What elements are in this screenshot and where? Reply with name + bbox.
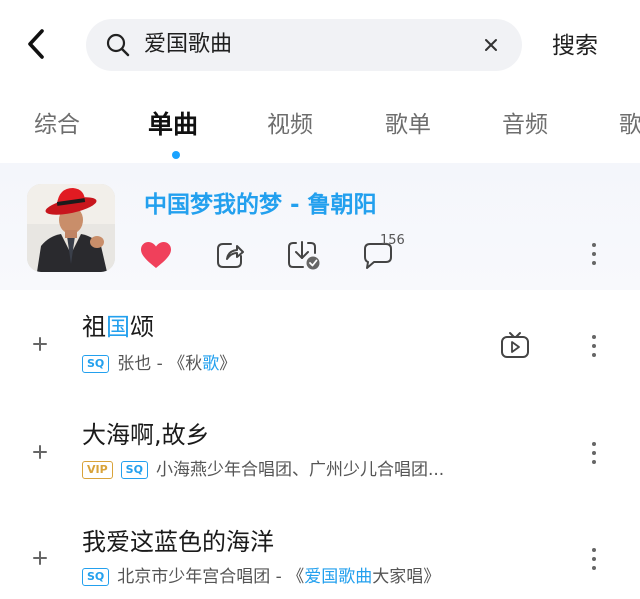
clear-search-button[interactable] [478,32,504,58]
song-row[interactable]: 我爱这蓝色的海洋 SQ 北京市少年宫合唱团 - 《爱国歌曲 大家唱》 [0,514,640,599]
meta-highlight: 爱国歌曲 [304,567,373,587]
meta-part: 》 [219,354,237,374]
featured-song-title[interactable]: 中国梦我的梦 - 鲁朝阳 [144,190,377,220]
tab-playlists[interactable]: 歌单 [385,110,431,140]
music-video-button[interactable] [500,331,530,361]
sq-badge: SQ [82,568,110,586]
plus-icon [33,337,47,351]
song-more-button[interactable] [588,438,600,468]
search-button[interactable]: 搜索 [552,31,598,61]
vip-badge: VIP [82,461,113,479]
back-button[interactable] [22,26,50,62]
more-dot [592,252,596,256]
featured-actions: 156 [136,233,626,277]
heart-icon [141,242,171,268]
tab-all[interactable]: 综合 [34,110,80,140]
more-dot [592,557,596,561]
tab-audio[interactable]: 音频 [502,110,548,140]
meta-highlight: 歌 [202,354,220,374]
category-tabs: 综合 单曲 视频 歌单 音频 歌 [0,104,640,162]
title-part: 祖 [82,313,106,341]
more-dot [592,442,596,446]
download-icon [288,241,320,270]
meta-part: 大家唱》 [372,567,441,587]
more-dot [592,548,596,552]
active-tab-indicator [172,151,180,159]
more-dot [592,261,596,265]
sq-badge: SQ [120,461,148,479]
add-to-playlist-button[interactable] [30,442,50,462]
song-meta: SQ 张也 - 《秋歌》 [82,352,236,376]
song-meta: SQ 北京市少年宫合唱团 - 《爱国歌曲 大家唱》 [82,565,440,589]
title-part: 大海啊,故乡 [82,421,210,449]
header: 爱国歌曲 搜索 [0,0,640,92]
add-to-playlist-button[interactable] [30,334,50,354]
comment-count: 156 [380,233,405,248]
search-input[interactable]: 爱国歌曲 [86,19,522,71]
chevron-left-icon [28,29,44,59]
more-dot [592,451,596,455]
title-highlight: 国 [106,313,130,341]
song-row[interactable]: 大海啊,故乡 VIP SQ 小海燕少年合唱团、广州少儿合唱团... [0,408,640,508]
download-button[interactable] [286,237,322,273]
tab-more-truncated[interactable]: 歌 [619,110,640,140]
more-dot [592,566,596,570]
more-dot [592,243,596,247]
meta-part: 小海燕少年合唱团、广州少儿合唱团... [155,460,445,480]
featured-more-button[interactable] [588,239,600,269]
song-title: 我爱这蓝色的海洋 [82,527,274,557]
album-cover [27,184,115,272]
sq-badge: SQ [82,355,110,373]
singer-portrait-image [27,184,115,272]
title-part: 我爱这蓝色的海洋 [82,528,274,556]
song-meta: VIP SQ 小海燕少年合唱团、广州少儿合唱团... [82,458,444,482]
share-button[interactable] [212,237,248,273]
like-button[interactable] [138,237,174,273]
plus-icon [33,551,47,565]
more-dot [592,460,596,464]
tab-songs[interactable]: 单曲 [148,110,198,140]
plus-icon [33,445,47,459]
more-dot [592,344,596,348]
close-icon [485,39,497,51]
search-icon [106,33,130,57]
search-query-text[interactable]: 爱国歌曲 [144,31,232,59]
more-dot [592,335,596,339]
meta-part: 张也 - 《秋 [117,354,203,374]
song-title: 大海啊,故乡 [82,420,210,450]
song-title: 祖国颂 [82,312,154,342]
title-part: 颂 [130,313,154,341]
share-icon [217,243,244,268]
meta-part: 北京市少年宫合唱团 - 《 [117,567,305,587]
add-to-playlist-button[interactable] [30,548,50,568]
song-more-button[interactable] [588,331,600,361]
tv-icon [501,332,529,358]
song-more-button[interactable] [588,544,600,574]
song-row[interactable]: 祖国颂 SQ 张也 - 《秋歌》 [0,300,640,400]
more-dot [592,353,596,357]
featured-song-card[interactable]: 中国梦我的梦 - 鲁朝阳 156 [0,163,640,290]
tab-videos[interactable]: 视频 [267,110,313,140]
